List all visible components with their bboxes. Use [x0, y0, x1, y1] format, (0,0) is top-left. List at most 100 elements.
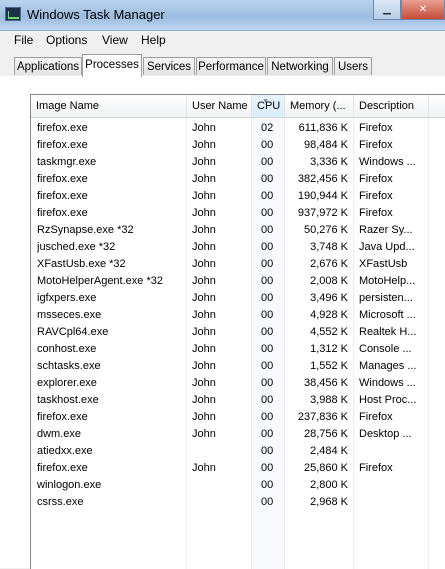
header-description[interactable]: Description: [354, 95, 429, 117]
table-row[interactable]: igfxpers.exe John 00 3,496 K persisten...: [31, 290, 445, 307]
process-cpu: 00: [261, 394, 274, 406]
table-row[interactable]: winlogon.exe 00 2,800 K: [31, 477, 445, 494]
table-row[interactable]: taskmgr.exe John 00 3,336 K Windows ...: [31, 154, 445, 171]
process-user: John: [192, 292, 216, 304]
process-cpu: 00: [261, 190, 274, 202]
process-user: John: [192, 377, 216, 389]
process-name: taskhost.exe: [37, 394, 99, 406]
tab-performance[interactable]: Performance: [196, 57, 266, 75]
process-memory: 25,860 K: [303, 462, 348, 474]
process-name: csrss.exe: [37, 496, 84, 508]
table-row[interactable]: firefox.exe John 00 237,836 K Firefox: [31, 409, 445, 426]
process-description: Firefox: [359, 207, 393, 219]
header-memory[interactable]: Memory (...: [285, 95, 354, 117]
process-user: John: [192, 207, 216, 219]
process-memory: 2,484 K: [310, 445, 348, 457]
process-name: firefox.exe: [37, 462, 88, 474]
process-name: RAVCpl64.exe: [37, 326, 109, 338]
header-extra: [429, 95, 445, 117]
tab-processes[interactable]: Processes: [82, 54, 142, 77]
process-user: John: [192, 360, 216, 372]
menu-options[interactable]: Options: [46, 33, 87, 47]
process-name: firefox.exe: [37, 207, 88, 219]
process-description: Firefox: [359, 411, 393, 423]
table-row[interactable]: RAVCpl64.exe John 00 4,552 K Realtek H...: [31, 324, 445, 341]
process-description: Windows ...: [359, 156, 416, 168]
process-memory: 4,928 K: [310, 309, 348, 321]
table-row[interactable]: RzSynapse.exe *32 John 00 50,276 K Razer Sy.…: [31, 222, 445, 239]
process-user: John: [192, 411, 216, 423]
header-user-name[interactable]: User Name: [187, 95, 252, 117]
process-memory: 3,336 K: [310, 156, 348, 168]
table-row[interactable]: firefox.exe John 00 190,944 K Firefox: [31, 188, 445, 205]
table-row[interactable]: taskhost.exe John 00 3,988 K Host Proc...: [31, 392, 445, 409]
menu-help[interactable]: Help: [141, 33, 166, 47]
process-name: igfxpers.exe: [37, 292, 97, 304]
process-user: John: [192, 275, 216, 287]
table-row[interactable]: firefox.exe John 02 611,836 K Firefox: [31, 120, 445, 137]
process-cpu: 00: [261, 156, 274, 168]
process-name: taskmgr.exe: [37, 156, 97, 168]
process-description: Firefox: [359, 462, 393, 474]
tab-networking[interactable]: Networking: [267, 57, 333, 75]
table-row[interactable]: explorer.exe John 00 38,456 K Windows ...: [31, 375, 445, 392]
process-cpu: 00: [261, 292, 274, 304]
process-user: John: [192, 224, 216, 236]
process-memory: 50,276 K: [303, 224, 348, 236]
process-cpu: 00: [261, 139, 274, 151]
process-list[interactable]: Image Name User Name ▼ CPU Memory (... D…: [30, 94, 445, 569]
tab-strip: Applications Processes Services Performa…: [0, 54, 445, 77]
process-memory: 611,836 K: [298, 122, 348, 134]
process-description: Console ...: [359, 343, 412, 355]
table-row[interactable]: atiedxx.exe 00 2,484 K: [31, 443, 445, 460]
process-description: Realtek H...: [359, 326, 417, 338]
process-description: XFastUsb: [359, 258, 408, 270]
table-row[interactable]: msseces.exe John 00 4,928 K Microsoft ...: [31, 307, 445, 324]
process-user: John: [192, 309, 216, 321]
table-row[interactable]: conhost.exe John 00 1,312 K Console ...: [31, 341, 445, 358]
process-cpu: 00: [261, 173, 274, 185]
process-cpu: 00: [261, 479, 274, 491]
process-cpu: 00: [261, 224, 274, 236]
menu-view[interactable]: View: [102, 33, 128, 47]
process-memory: 2,008 K: [310, 275, 348, 287]
table-row[interactable]: firefox.exe John 00 937,972 K Firefox: [31, 205, 445, 222]
window-title: Windows Task Manager: [27, 7, 165, 22]
process-cpu: 00: [261, 496, 274, 508]
header-image-name[interactable]: Image Name: [31, 95, 187, 117]
process-name: winlogon.exe: [37, 479, 102, 491]
table-row[interactable]: firefox.exe John 00 25,860 K Firefox: [31, 460, 445, 477]
process-user: John: [192, 326, 216, 338]
table-row[interactable]: XFastUsb.exe *32 John 00 2,676 K XFastUsb: [31, 256, 445, 273]
minimize-icon: ▁: [383, 4, 391, 15]
process-cpu: 00: [261, 377, 274, 389]
tab-applications[interactable]: Applications: [14, 57, 82, 75]
header-cpu[interactable]: ▼ CPU: [252, 95, 285, 117]
process-description: Windows ...: [359, 377, 416, 389]
table-row[interactable]: csrss.exe 00 2,968 K: [31, 494, 445, 511]
process-name: firefox.exe: [37, 190, 88, 202]
tab-users[interactable]: Users: [334, 57, 372, 75]
close-button[interactable]: ✕: [401, 0, 445, 20]
process-cpu: 02: [261, 122, 274, 134]
table-row[interactable]: schtasks.exe John 00 1,552 K Manages ...: [31, 358, 445, 375]
process-name: explorer.exe: [37, 377, 97, 389]
process-memory: 190,944 K: [297, 190, 348, 202]
process-memory: 937,972 K: [297, 207, 348, 219]
process-memory: 2,800 K: [310, 479, 348, 491]
table-row[interactable]: MotoHelperAgent.exe *32 John 00 2,008 K Moto…: [31, 273, 445, 290]
process-name: RzSynapse.exe *32: [37, 224, 134, 236]
minimize-button[interactable]: ▁: [373, 0, 401, 20]
process-description: persisten...: [359, 292, 413, 304]
process-memory: 28,756 K: [303, 428, 348, 440]
table-row[interactable]: dwm.exe John 00 28,756 K Desktop ...: [31, 426, 445, 443]
table-row[interactable]: firefox.exe John 00 98,484 K Firefox: [31, 137, 445, 154]
table-row[interactable]: firefox.exe John 00 382,456 K Firefox: [31, 171, 445, 188]
table-row[interactable]: jusched.exe *32 John 00 3,748 K Java Upd...: [31, 239, 445, 256]
process-user: John: [192, 462, 216, 474]
menu-bar: File Options View Help: [0, 31, 445, 51]
tab-services[interactable]: Services: [143, 57, 195, 75]
menu-file[interactable]: File: [14, 33, 33, 47]
process-name: firefox.exe: [37, 411, 88, 423]
process-name: XFastUsb.exe *32: [37, 258, 126, 270]
